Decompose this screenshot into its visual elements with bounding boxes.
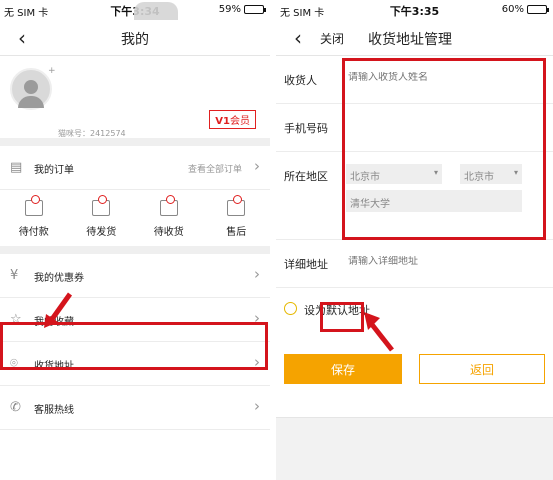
phone-label: 手机号码 xyxy=(284,122,328,135)
close-button[interactable]: 关闭 xyxy=(320,30,344,47)
chevron-right-icon: › xyxy=(254,397,260,415)
order-icon: ▤ xyxy=(10,160,23,175)
coupon-icon: ¥ xyxy=(10,268,19,283)
region-label: 所在地区 xyxy=(284,170,328,183)
return-button[interactable]: 返回 xyxy=(419,354,545,384)
back-arrow-icon[interactable]: ‹ xyxy=(294,26,302,50)
add-icon[interactable]: + xyxy=(48,66,56,76)
default-address-row[interactable]: 设为默认地址 xyxy=(276,288,553,328)
box-icon xyxy=(92,195,111,216)
vip-label: 会员 xyxy=(230,116,250,127)
order-status-pending-shipment[interactable]: 待发货 xyxy=(68,190,136,246)
vip-badge[interactable]: V1会员 xyxy=(209,110,256,129)
battery-icon xyxy=(527,5,549,14)
user-id: 猫咪号：2412574 xyxy=(58,129,126,138)
order-status-pending-receipt[interactable]: 待收货 xyxy=(135,190,203,246)
avatar[interactable] xyxy=(10,68,52,110)
my-orders-row[interactable]: ▤ 我的订单 查看全部订单 › xyxy=(0,146,270,190)
page-title: 我的 xyxy=(121,32,149,48)
detail-address-row: 详细地址 xyxy=(276,240,553,288)
nav-bar: ‹ 关闭 收货地址管理 xyxy=(276,20,553,56)
chevron-right-icon: › xyxy=(254,157,260,175)
my-orders-label: 我的订单 xyxy=(34,165,74,176)
refund-icon xyxy=(227,195,246,216)
battery-percent: 59% xyxy=(218,4,241,15)
phone-icon: ✆ xyxy=(10,400,21,415)
wallet-icon xyxy=(24,195,43,216)
save-highlight-box xyxy=(320,302,364,332)
detail-address-label: 详细地址 xyxy=(284,258,328,271)
vip-level: V1 xyxy=(215,116,230,127)
pointer-arrow-icon xyxy=(364,312,394,352)
battery-percent: 60% xyxy=(501,4,524,15)
chevron-right-icon: › xyxy=(254,265,260,283)
recipient-label: 收货人 xyxy=(284,74,317,87)
form-highlight-box xyxy=(342,58,546,240)
page-title: 收货地址管理 xyxy=(368,32,452,48)
order-status-after-sales[interactable]: 售后 xyxy=(203,190,271,246)
view-all-orders-link[interactable]: 查看全部订单 xyxy=(188,162,242,175)
form-actions: 保存 返回 xyxy=(276,328,553,418)
truck-icon xyxy=(159,195,178,216)
left-screen: 无 SIM 卡 下午3:34 59% ‹ 我的 + 猫咪号：2412574 V1… xyxy=(0,0,270,480)
profile-card: + 猫咪号：2412574 V1会员 xyxy=(0,56,270,146)
pointer-arrow-icon xyxy=(44,292,73,328)
menu-item-service-hotline[interactable]: ✆ 客服热线 › xyxy=(0,386,270,430)
right-screen: 无 SIM 卡 下午3:35 60% ‹ 关闭 收货地址管理 收货人 手机号码 … xyxy=(276,0,553,480)
detail-address-input[interactable] xyxy=(348,256,538,267)
battery-icon xyxy=(244,5,266,14)
order-status-pending-payment[interactable]: 待付款 xyxy=(0,190,68,246)
default-address-radio[interactable] xyxy=(284,302,297,315)
status-bar: 无 SIM 卡 下午3:35 60% xyxy=(276,0,553,20)
order-status-bar: 待付款 待发货 待收货 售后 xyxy=(0,190,270,254)
nav-bar: ‹ 我的 xyxy=(0,20,270,56)
save-button[interactable]: 保存 xyxy=(284,354,402,384)
